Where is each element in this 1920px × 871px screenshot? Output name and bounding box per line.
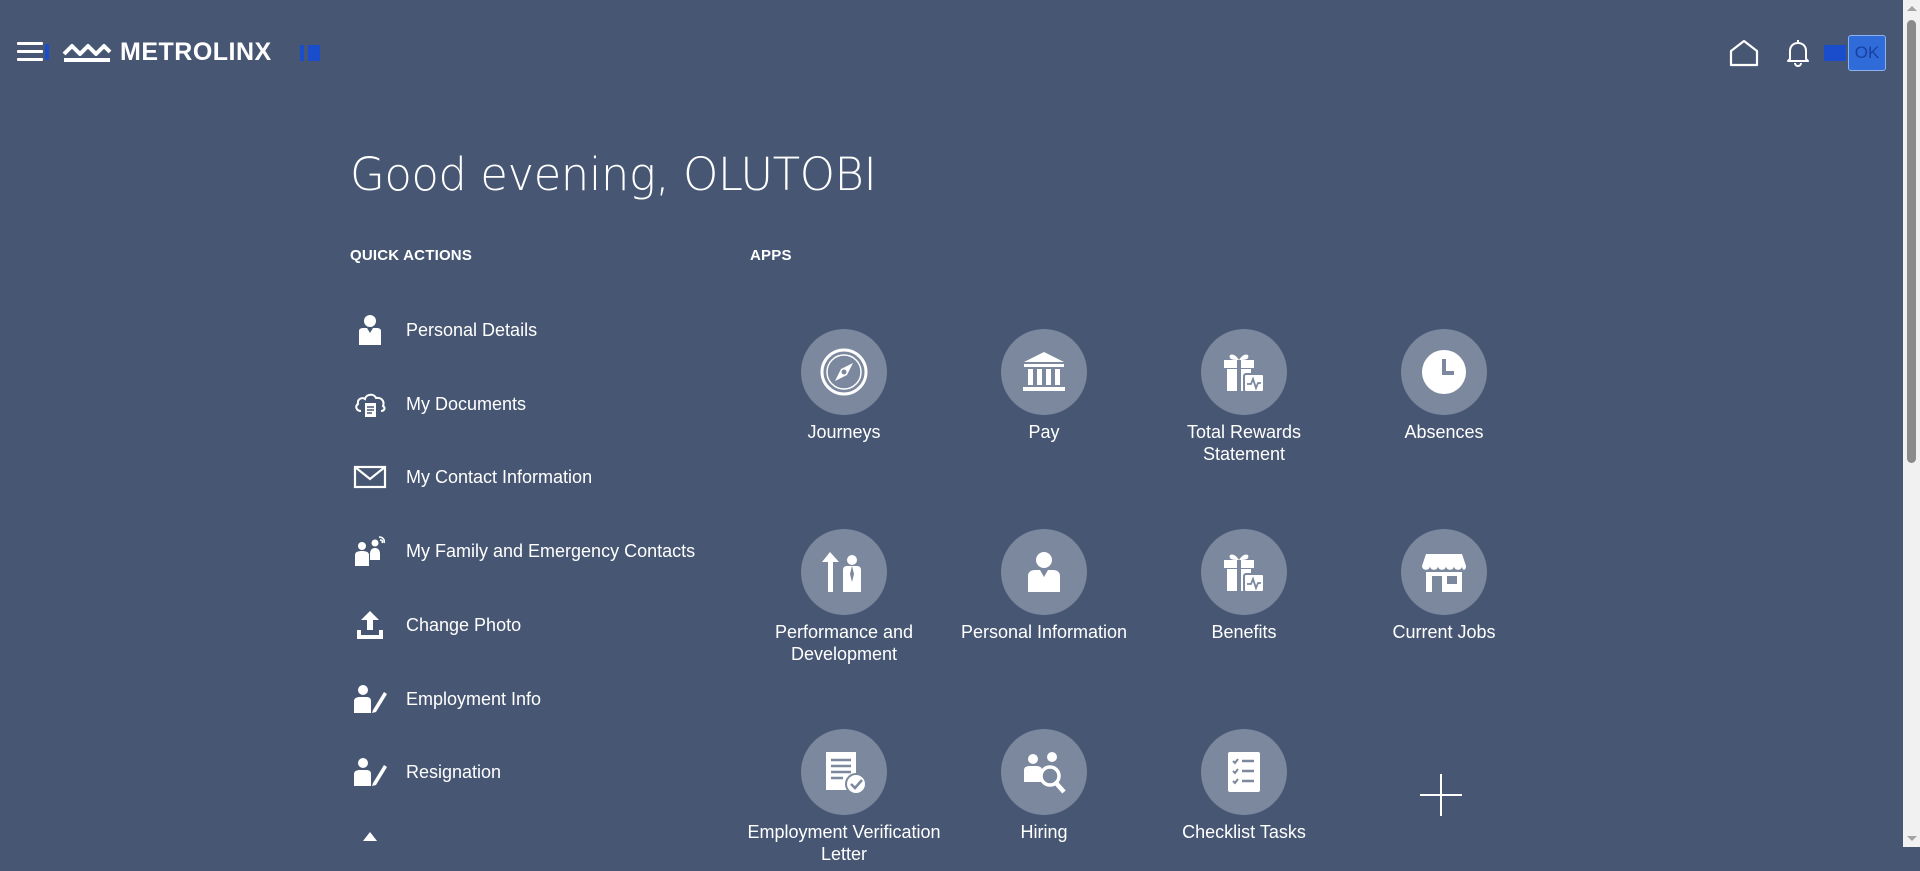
- gift-chart-icon: [1201, 329, 1287, 415]
- cloud-document-icon: [344, 384, 396, 424]
- quick-action-label: Change Photo: [406, 614, 522, 635]
- metrolinx-logo-mark: [62, 44, 112, 62]
- app-hiring[interactable]: Hiring: [944, 729, 1144, 843]
- gift-chart-icon: [1201, 529, 1287, 615]
- plus-icon[interactable]: [1418, 772, 1464, 818]
- home-icon[interactable]: [1728, 38, 1760, 68]
- app-current-jobs[interactable]: Current Jobs: [1344, 529, 1544, 643]
- app-journeys[interactable]: Journeys: [744, 329, 944, 443]
- upload-icon: [344, 826, 396, 866]
- app-label: Employment Verification Letter: [747, 822, 941, 864]
- app-label: Benefits: [1211, 622, 1277, 642]
- quick-action-label: Resignation: [406, 761, 502, 782]
- quick-action-personal-details[interactable]: Personal Details: [350, 305, 730, 355]
- focus-indicator: [45, 44, 49, 60]
- storefront-icon: [1401, 529, 1487, 615]
- scroll-down-arrow-icon[interactable]: [1903, 830, 1920, 847]
- upload-icon: [344, 605, 396, 645]
- quick-action-my-contact-information[interactable]: My Contact Information: [350, 452, 730, 502]
- user-menu[interactable]: OK: [1824, 35, 1888, 71]
- app-label: Performance and Development: [774, 622, 914, 664]
- scroll-up-arrow-icon[interactable]: [1903, 0, 1920, 17]
- envelope-icon: [344, 457, 396, 497]
- compass-icon: [801, 329, 887, 415]
- app-label: Absences: [1404, 422, 1484, 442]
- people-search-icon: [1001, 729, 1087, 815]
- app-benefits[interactable]: Benefits: [1144, 529, 1344, 643]
- app-personal-information[interactable]: Personal Information: [944, 529, 1144, 643]
- person-edit-icon: [344, 679, 396, 719]
- quick-action-label: My Contact Information: [406, 466, 593, 487]
- app-label: Hiring: [1020, 822, 1068, 842]
- document-check-icon: [801, 729, 887, 815]
- clock-icon: [1401, 329, 1487, 415]
- logo-accent: [300, 45, 322, 61]
- checklist-icon: [1201, 729, 1287, 815]
- hamburger-menu-icon[interactable]: [17, 42, 49, 62]
- top-bar: METROLINX OK: [0, 0, 1903, 105]
- quick-action-label: My Documents: [406, 393, 527, 414]
- app-label: Checklist Tasks: [1182, 822, 1306, 842]
- scroll-thumb[interactable]: [1907, 20, 1916, 463]
- family-icon: [344, 531, 396, 571]
- quick-action-my-family-and-emergency-contacts[interactable]: My Family and Emergency Contacts: [350, 526, 730, 576]
- quick-actions-heading: QUICK ACTIONS: [350, 247, 473, 264]
- quick-action-employment-info[interactable]: Employment Info: [350, 674, 730, 724]
- person-edit-icon: [344, 752, 396, 792]
- growth-person-icon: [801, 529, 887, 615]
- logo-text: METROLINX: [120, 37, 272, 66]
- bell-icon[interactable]: [1785, 38, 1811, 68]
- app-employment-verification-letter[interactable]: Employment Verification Letter: [744, 729, 944, 865]
- app-checklist-tasks[interactable]: Checklist Tasks: [1144, 729, 1344, 843]
- greeting-heading: Good evening, OLUTOBI: [350, 148, 877, 201]
- page-scrollbar[interactable]: [1903, 0, 1920, 847]
- app-label: Personal Information: [960, 622, 1128, 642]
- app-label: Journeys: [807, 422, 881, 442]
- app-label: Current Jobs: [1392, 622, 1496, 642]
- quick-action-partial[interactable]: [350, 821, 730, 871]
- quick-action-my-documents[interactable]: My Documents: [350, 379, 730, 429]
- quick-action-change-photo[interactable]: Change Photo: [350, 600, 730, 650]
- app-performance-and-development[interactable]: Performance and Development: [744, 529, 944, 665]
- metrolinx-logo[interactable]: METROLINX: [62, 37, 272, 66]
- quick-action-resignation[interactable]: Resignation: [350, 747, 730, 797]
- app-label: Total Rewards Statement: [1186, 422, 1302, 464]
- person-icon: [344, 310, 396, 350]
- apps-heading: APPS: [750, 247, 792, 264]
- person-icon: [1001, 529, 1087, 615]
- app-label: Pay: [1028, 422, 1060, 442]
- user-avatar-button[interactable]: OK: [1848, 35, 1886, 71]
- quick-action-label: Personal Details: [406, 319, 538, 340]
- app-pay[interactable]: Pay: [944, 329, 1144, 443]
- app-total-rewards-statement[interactable]: Total Rewards Statement: [1144, 329, 1344, 465]
- user-name-redacted: [1824, 45, 1846, 61]
- app-absences[interactable]: Absences: [1344, 329, 1544, 443]
- quick-action-label: Employment Info: [406, 688, 542, 709]
- bank-icon: [1001, 329, 1087, 415]
- quick-action-label: My Family and Emergency Contacts: [406, 540, 696, 561]
